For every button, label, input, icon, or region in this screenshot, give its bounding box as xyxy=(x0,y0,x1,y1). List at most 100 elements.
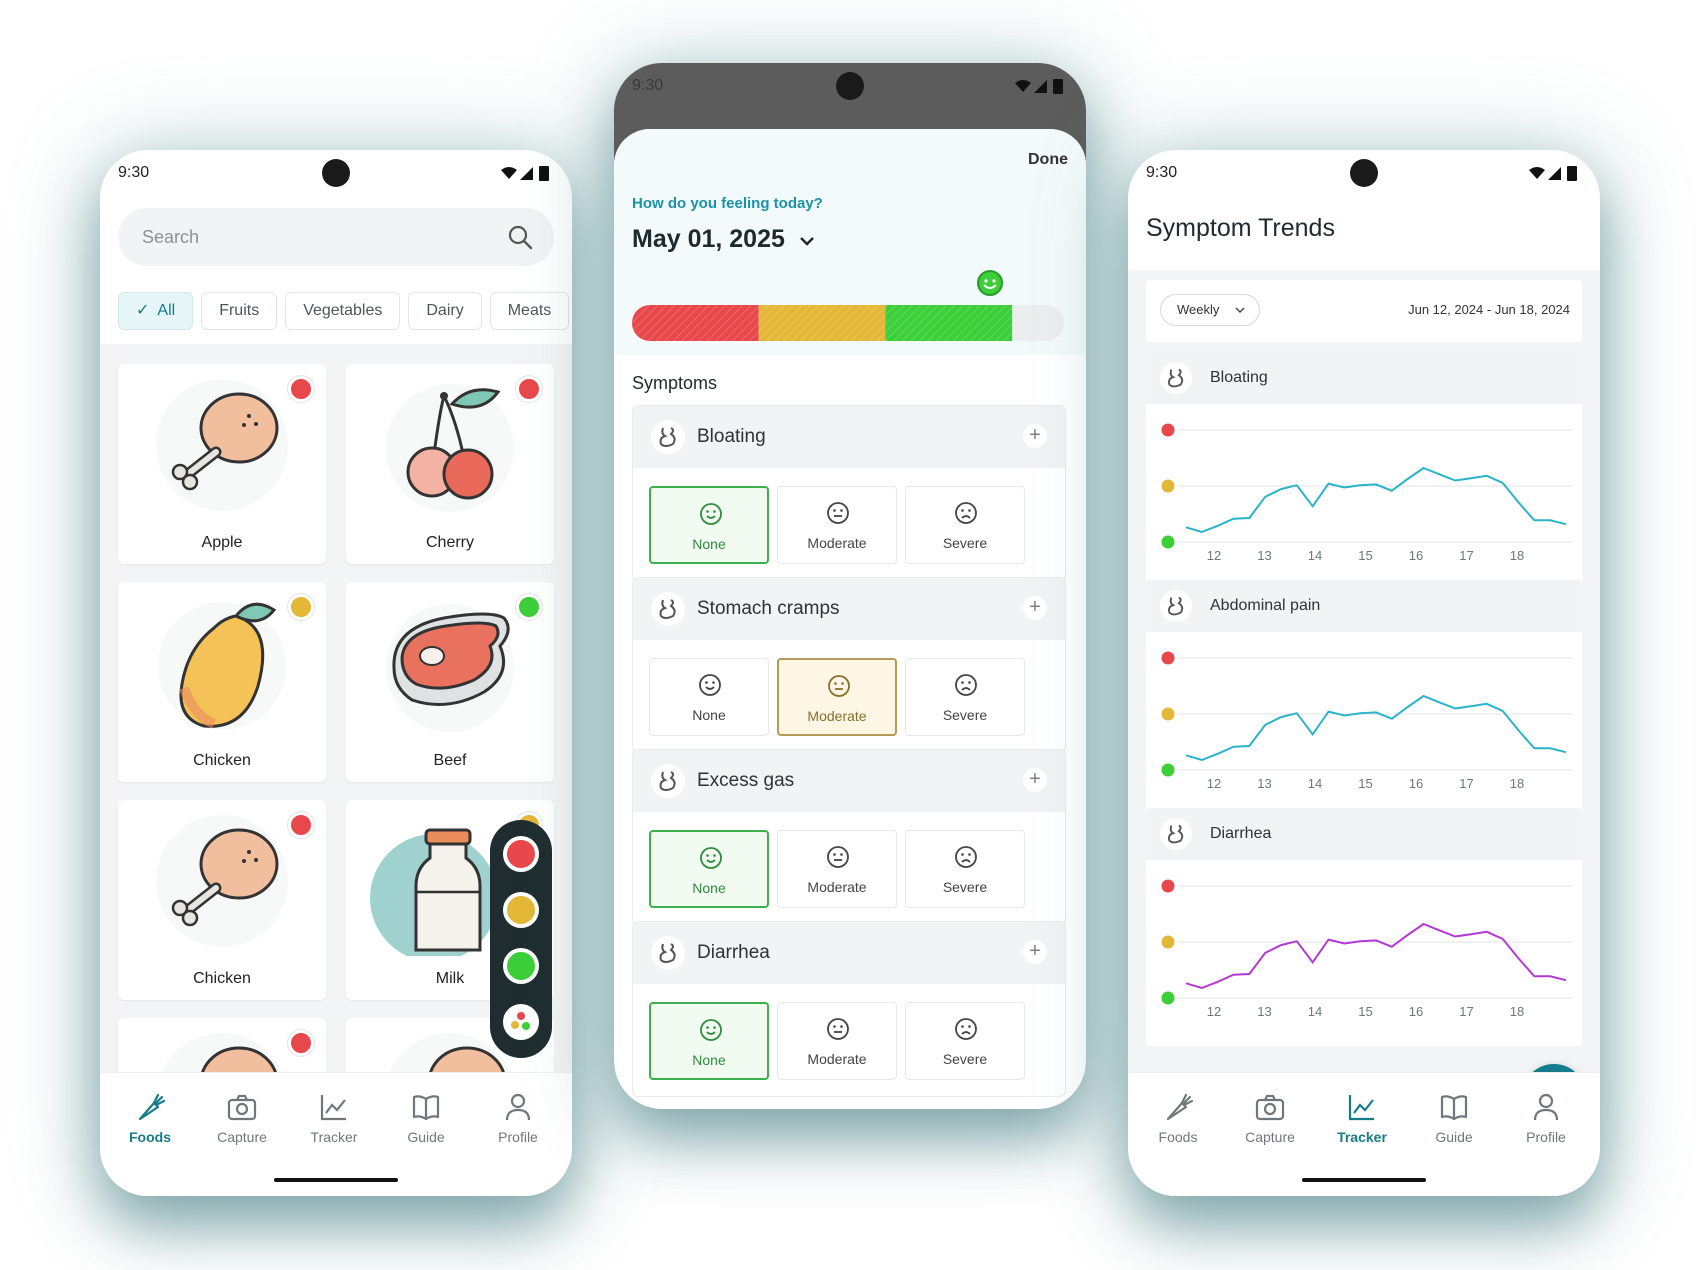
severity-severe-button[interactable]: Severe xyxy=(905,486,1025,564)
filter-green-button[interactable] xyxy=(503,948,539,984)
stomach-icon xyxy=(651,764,685,798)
severity-severe-button[interactable]: Severe xyxy=(905,1002,1025,1080)
severity-moderate-button[interactable]: Moderate xyxy=(777,486,897,564)
chevron-down-icon xyxy=(1235,307,1245,314)
page-title: Symptom Trends xyxy=(1146,214,1335,242)
chip-fruits[interactable]: Fruits xyxy=(201,292,278,330)
smile-marker-icon[interactable] xyxy=(976,269,1004,297)
nav-profile[interactable]: Profile xyxy=(1500,1091,1592,1145)
food-card[interactable] xyxy=(118,1018,326,1072)
nav-foods[interactable]: Foods xyxy=(104,1091,196,1145)
filter-all-button[interactable] xyxy=(503,1004,539,1040)
x-tick-label: 16 xyxy=(1409,548,1423,563)
phone-foods-screen: 9:30 Search ✓ All Fruits Vegetables Dairy Mea… xyxy=(100,150,572,1196)
food-name: Apple xyxy=(201,534,243,551)
severity-moderate-button[interactable]: Moderate xyxy=(777,830,897,908)
face-severe-icon xyxy=(955,502,977,524)
symptom-header[interactable]: Stomach cramps + xyxy=(633,578,1065,640)
expand-plus-icon[interactable]: + xyxy=(1023,940,1047,964)
nav-capture[interactable]: Capture xyxy=(1224,1091,1316,1145)
face-severe-icon xyxy=(955,1018,977,1040)
x-tick-label: 15 xyxy=(1358,776,1372,791)
x-tick-label: 13 xyxy=(1257,548,1271,563)
book-icon xyxy=(1440,1095,1468,1121)
nav-label: Guide xyxy=(1435,1129,1473,1145)
severity-label: Moderate xyxy=(807,879,867,895)
expand-plus-icon[interactable]: + xyxy=(1023,596,1047,620)
person-icon xyxy=(505,1093,531,1121)
search-input[interactable]: Search xyxy=(142,227,199,248)
chip-all[interactable]: ✓ All xyxy=(118,292,194,330)
symptom-header[interactable]: Diarrhea + xyxy=(633,922,1065,984)
food-card[interactable]: Apple xyxy=(118,364,326,564)
trend-card[interactable]: Abdominal pain 12 13 14 15 16 17 18 xyxy=(1146,580,1582,818)
date-selector[interactable]: May 01, 2025 xyxy=(632,225,785,254)
expand-plus-icon[interactable]: + xyxy=(1023,424,1047,448)
nav-profile[interactable]: Profile xyxy=(472,1091,564,1145)
x-tick-label: 14 xyxy=(1308,776,1322,791)
chip-vegetables[interactable]: Vegetables xyxy=(285,292,401,330)
stomach-icon xyxy=(1160,590,1192,622)
status-bar: 9:30 xyxy=(100,150,572,196)
home-indicator xyxy=(1302,1178,1426,1182)
chip-label: Fruits xyxy=(219,302,260,319)
severity-severe-button[interactable]: Severe xyxy=(905,830,1025,908)
range-card: Weekly Jun 12, 2024 - Jun 18, 2024 xyxy=(1146,280,1582,342)
food-card[interactable]: Cherry xyxy=(346,364,554,564)
nav-capture[interactable]: Capture xyxy=(196,1091,288,1145)
chevron-down-icon[interactable] xyxy=(799,235,815,247)
meter-hatch xyxy=(758,305,886,341)
severity-none-button[interactable]: None xyxy=(649,486,769,564)
symptom-header[interactable]: Excess gas + xyxy=(633,750,1065,812)
trend-header: Bloating xyxy=(1146,352,1582,404)
nav-label: Profile xyxy=(498,1129,538,1145)
severity-label: Severe xyxy=(942,1051,988,1067)
severity-moderate-button[interactable]: Moderate xyxy=(777,1002,897,1080)
severity-none-button[interactable]: None xyxy=(649,1002,769,1080)
expand-plus-icon[interactable]: + xyxy=(1023,768,1047,792)
nav-tracker[interactable]: Tracker xyxy=(288,1091,380,1145)
food-card[interactable]: Chicken xyxy=(118,800,326,1000)
filter-yellow-button[interactable] xyxy=(503,892,539,928)
chip-meats[interactable]: Meats xyxy=(489,292,570,330)
signal-battery-icon xyxy=(501,166,549,181)
nav-guide[interactable]: Guide xyxy=(380,1091,472,1145)
feeling-question: How do you feeling today? xyxy=(632,195,823,212)
severity-moderate-button[interactable]: Moderate xyxy=(777,658,897,736)
chip-label: Dairy xyxy=(426,302,464,319)
food-card[interactable]: Chicken xyxy=(118,582,326,782)
period-dropdown[interactable]: Weekly xyxy=(1160,294,1260,326)
severity-severe-button[interactable]: Severe xyxy=(905,658,1025,736)
face-moderate-icon xyxy=(828,675,850,697)
level-dot-yellow xyxy=(1158,704,1178,724)
feeling-meter[interactable] xyxy=(632,305,1064,341)
nav-label: Guide xyxy=(407,1129,445,1145)
trend-chart: 12 13 14 15 16 17 18 xyxy=(1158,648,1572,791)
rating-dot-red xyxy=(288,1030,314,1056)
check-icon: ✓ xyxy=(136,302,150,319)
food-card[interactable]: Beef xyxy=(346,582,554,782)
x-tick-label: 12 xyxy=(1207,776,1221,791)
severity-none-button[interactable]: None xyxy=(649,658,769,736)
search-icon[interactable] xyxy=(506,223,534,251)
trend-name: Bloating xyxy=(1210,369,1268,386)
x-tick-label: 16 xyxy=(1409,1004,1423,1019)
severity-label: None xyxy=(692,707,726,723)
nav-foods[interactable]: Foods xyxy=(1132,1091,1224,1145)
done-button[interactable]: Done xyxy=(1028,151,1068,169)
trend-card[interactable]: Bloating 12 13 14 15 16 17 18 xyxy=(1146,352,1582,590)
trend-card[interactable]: Diarrhea 12 13 14 15 16 17 18 xyxy=(1146,808,1582,1046)
stomach-icon xyxy=(651,592,685,626)
status-time: 9:30 xyxy=(632,77,664,94)
trend-header: Abdominal pain xyxy=(1146,580,1582,632)
nav-guide[interactable]: Guide xyxy=(1408,1091,1500,1145)
signal-battery-icon xyxy=(1015,79,1063,94)
filter-red-button[interactable] xyxy=(503,836,539,872)
chip-dairy[interactable]: Dairy xyxy=(408,292,482,330)
category-chips: ✓ All Fruits Vegetables Dairy Meats xyxy=(118,292,572,330)
nav-tracker[interactable]: Tracker xyxy=(1316,1091,1408,1145)
symptom-header[interactable]: Bloating + xyxy=(633,406,1065,468)
x-tick-label: 18 xyxy=(1510,776,1524,791)
severity-none-button[interactable]: None xyxy=(649,830,769,908)
search-bar[interactable]: Search xyxy=(118,208,554,266)
